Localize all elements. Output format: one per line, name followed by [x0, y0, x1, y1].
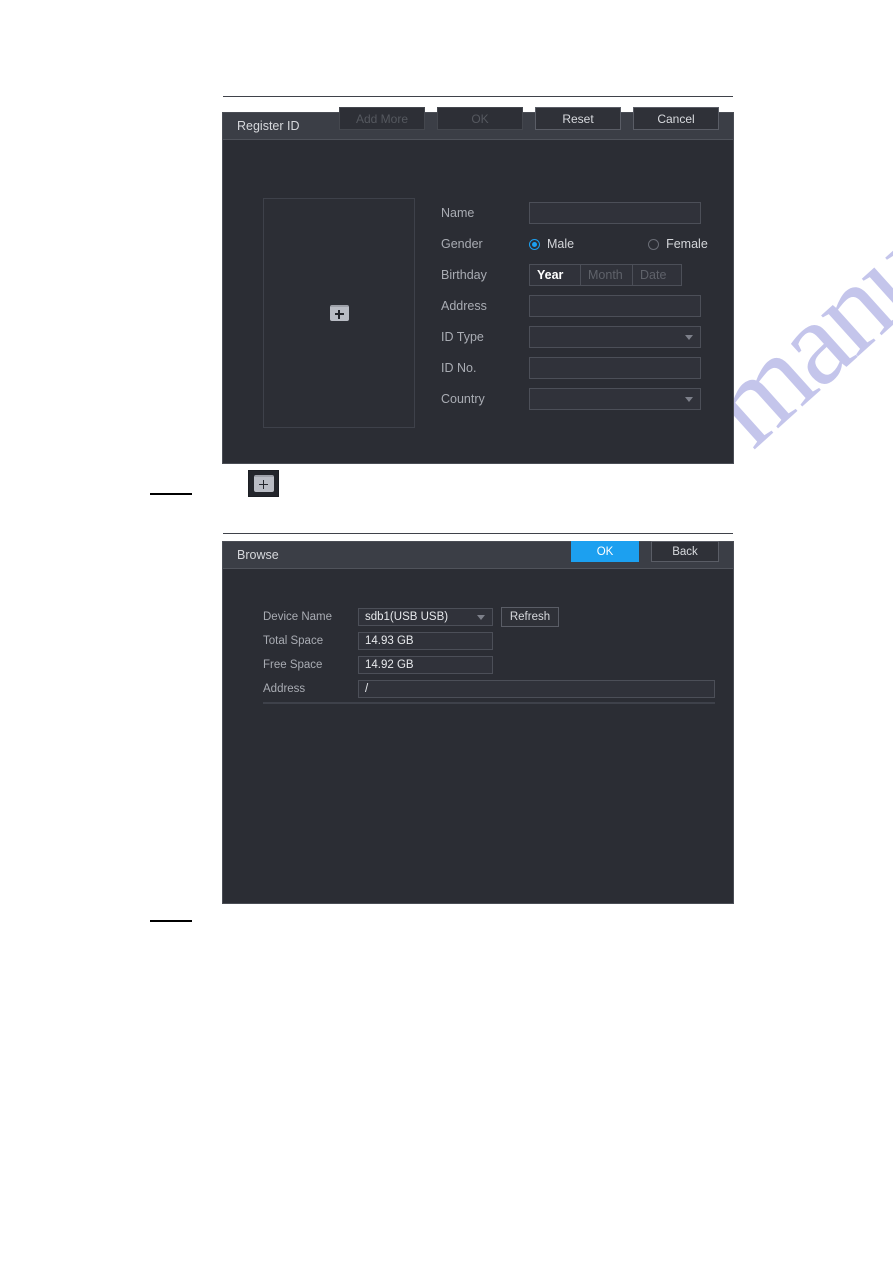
- id-type-row: ID Type: [441, 322, 701, 352]
- gender-radio-female[interactable]: Female: [648, 237, 708, 251]
- birthday-input-group: Year Month Date: [529, 264, 701, 286]
- add-photo-icon: [253, 475, 274, 492]
- country-label: Country: [441, 392, 485, 406]
- register-id-dialog: Register ID Name Gender Male Female Birt…: [222, 96, 734, 464]
- id-no-label: ID No.: [441, 361, 477, 375]
- add-more-button[interactable]: Add More: [339, 107, 425, 130]
- device-name-label: Device Name: [263, 610, 333, 623]
- total-space-value: 14.93 GB: [358, 631, 493, 650]
- birthday-year-input[interactable]: Year: [529, 264, 581, 286]
- device-name-value: sdb1(USB USB): [365, 610, 449, 623]
- refresh-button[interactable]: Refresh: [501, 606, 559, 627]
- id-type-label: ID Type: [441, 330, 484, 344]
- ok-button[interactable]: OK: [437, 107, 523, 130]
- file-table: Name Size Type Delete XVR Folder 🗑: [263, 702, 715, 704]
- gender-label: Gender: [441, 237, 483, 251]
- register-dialog-footer: Add More OK Reset Cancel: [223, 96, 733, 140]
- redaction-line-upper: [150, 493, 192, 495]
- name-row: Name: [441, 198, 701, 228]
- free-space-value: 14.92 GB: [358, 655, 493, 674]
- register-form: Name Gender Male Female Birthday Year Mo…: [441, 198, 708, 415]
- country-select[interactable]: [529, 388, 701, 410]
- standalone-add-photo-button[interactable]: [248, 470, 279, 497]
- address-row: Address: [441, 291, 701, 321]
- birthday-row: Birthday Year Month Date: [441, 260, 701, 290]
- photo-upload-area[interactable]: [263, 198, 415, 428]
- cancel-button[interactable]: Cancel: [633, 107, 719, 130]
- total-space-row: Total Space 14.93 GB: [263, 631, 559, 650]
- redaction-line-lower: [150, 920, 192, 922]
- browse-dialog-footer: OK Back: [223, 533, 733, 569]
- address-label: Address: [441, 299, 487, 313]
- browse-ok-button[interactable]: OK: [571, 541, 639, 562]
- id-type-select[interactable]: [529, 326, 701, 348]
- free-space-label: Free Space: [263, 658, 323, 671]
- browse-back-button[interactable]: Back: [651, 541, 719, 562]
- browse-dialog: Browse Device Name sdb1(USB USB) Refresh…: [222, 533, 734, 904]
- reset-button[interactable]: Reset: [535, 107, 621, 130]
- file-table-header: Name Size Type Delete: [264, 703, 714, 704]
- browse-address-input[interactable]: /: [358, 680, 715, 698]
- birthday-month-input[interactable]: Month: [580, 264, 633, 286]
- device-name-select[interactable]: sdb1(USB USB): [358, 607, 493, 626]
- country-row: Country: [441, 384, 701, 414]
- add-photo-icon[interactable]: [329, 305, 349, 321]
- radio-unselected-icon: [648, 238, 660, 250]
- gender-row: Gender Male Female: [441, 229, 708, 259]
- name-input[interactable]: [529, 202, 701, 224]
- device-name-row: Device Name sdb1(USB USB) Refresh: [263, 606, 559, 627]
- id-no-row: ID No.: [441, 353, 701, 383]
- birthday-label: Birthday: [441, 268, 487, 282]
- id-no-input[interactable]: [529, 357, 701, 379]
- browse-address-label: Address: [263, 683, 306, 695]
- chevron-down-icon: [685, 335, 693, 340]
- chevron-down-icon: [477, 614, 485, 620]
- gender-female-label: Female: [666, 237, 708, 251]
- name-label: Name: [441, 206, 475, 220]
- gender-male-label: Male: [547, 237, 575, 251]
- birthday-date-input[interactable]: Date: [632, 264, 682, 286]
- address-input[interactable]: [529, 295, 701, 317]
- total-space-label: Total Space: [263, 634, 324, 647]
- chevron-down-icon: [685, 397, 693, 402]
- gender-radio-group: Male Female: [529, 237, 708, 251]
- browse-device-form: Device Name sdb1(USB USB) Refresh Total …: [263, 606, 559, 679]
- radio-selected-icon: [529, 238, 540, 250]
- browse-address-row: Address /: [263, 679, 715, 699]
- gender-radio-male[interactable]: Male: [529, 237, 574, 251]
- free-space-row: Free Space 14.92 GB: [263, 655, 559, 674]
